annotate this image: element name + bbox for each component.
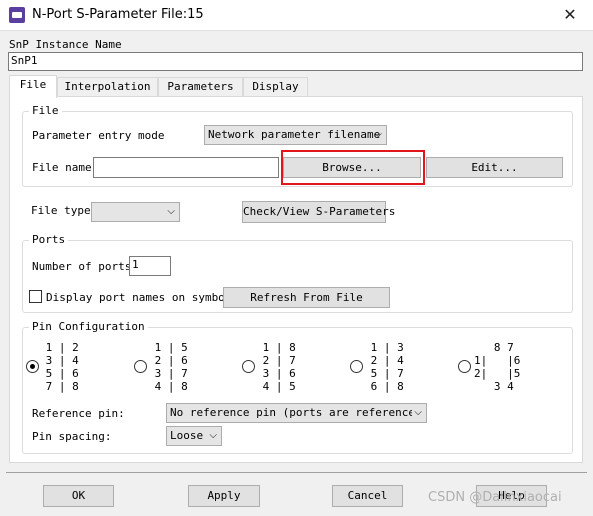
ports-group-title: Ports [29,233,69,246]
pin-config-option-3: 1 | 8 2 | 7 3 | 6 4 | 5 [262,341,296,393]
pin-config-radio-5[interactable] [458,360,471,373]
entry-mode-value: Network parameter filename [208,128,381,141]
app-icon [9,7,25,23]
apply-button[interactable]: Apply [188,485,260,507]
file-name-input[interactable] [93,157,279,178]
chevron-down-icon: ⌵ [209,430,217,441]
num-ports-label: Number of ports [32,260,132,273]
display-names-label: Display port names on symbol [46,291,232,304]
ref-pin-value: No reference pin (ports are referenced t [170,406,427,419]
cancel-button[interactable]: Cancel [332,485,403,507]
tab-display[interactable]: Display [243,77,308,96]
tab-parameters[interactable]: Parameters [158,77,243,96]
chevron-down-icon: ⌵ [374,129,382,140]
pin-config-option-1: 1 | 2 3 | 4 5 | 6 7 | 8 [45,341,79,393]
chevron-down-icon: ⌵ [167,206,175,217]
pin-spacing-value: Loose [170,429,204,442]
display-names-checkbox[interactable] [29,290,42,303]
tab-interpolation[interactable]: Interpolation [57,77,158,96]
file-type-select[interactable]: ⌵ [91,202,180,222]
title-bar: N-Port S-Parameter File:15 ✕ [0,0,593,31]
refresh-from-file-button[interactable]: Refresh From File [223,287,390,308]
highlight-box [281,150,425,185]
num-ports-input[interactable]: 1 [129,256,171,276]
window-title: N-Port S-Parameter File:15 [32,7,204,22]
instance-name-label: SnP Instance Name [9,38,122,51]
pin-config-option-4: 1 | 3 2 | 4 5 | 7 6 | 8 [370,341,404,393]
file-group-title: File [29,104,62,117]
close-icon[interactable]: ✕ [547,0,593,31]
pin-config-option-5: 8 7 1| |6 2| |5 3 4 [474,341,521,393]
tab-panel: File Parameter entry mode Network parame… [9,96,583,463]
watermark: CSDN @Dalinxiaocai [428,490,562,505]
pin-config-radio-2[interactable] [134,360,147,373]
ref-pin-label: Reference pin: [32,407,125,420]
pin-config-option-2: 1 | 5 2 | 6 3 | 7 4 | 8 [154,341,188,393]
edit-button[interactable]: Edit... [426,157,563,178]
instance-name-input[interactable]: SnP1 [8,52,583,71]
pin-config-radio-1[interactable] [26,360,39,373]
entry-mode-label: Parameter entry mode [32,129,165,142]
check-view-button[interactable]: Check/View S-Parameters [242,201,395,223]
ok-button[interactable]: OK [43,485,114,507]
pin-config-title: Pin Configuration [29,320,148,333]
file-name-label: File name [32,161,92,174]
tab-file[interactable]: File [9,75,57,98]
file-type-label: File type [31,204,91,217]
entry-mode-select[interactable]: Network parameter filename ⌵ [204,125,387,145]
separator [6,472,587,473]
pin-spacing-label: Pin spacing: [32,430,112,443]
chevron-down-icon: ⌵ [412,404,422,422]
pin-spacing-select[interactable]: Loose ⌵ [166,426,222,446]
pin-config-radio-3[interactable] [242,360,255,373]
ref-pin-select[interactable]: No reference pin (ports are referenced t… [166,403,427,423]
pin-config-radio-4[interactable] [350,360,363,373]
